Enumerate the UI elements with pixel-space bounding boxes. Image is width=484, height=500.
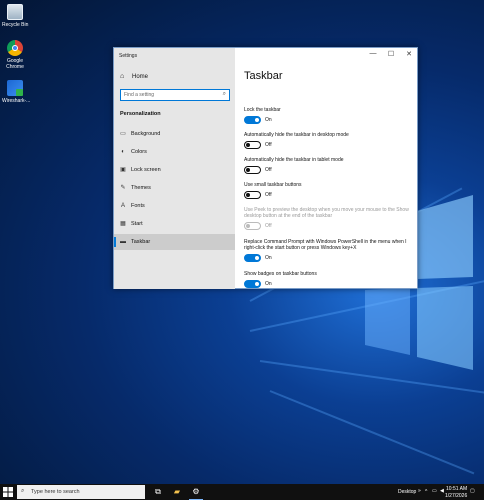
setting-small-buttons: Use small taskbar buttons Off: [244, 182, 409, 200]
clock-time[interactable]: 10:51 AM: [446, 486, 467, 492]
autohide-tablet-toggle[interactable]: [244, 166, 261, 174]
tray-up-arrow-icon[interactable]: ^: [425, 489, 427, 495]
toggle-knob: [255, 118, 259, 122]
task-view-icon[interactable]: ⧉: [153, 487, 163, 497]
desktop-icon-label: Wireshark-...: [2, 98, 31, 104]
setting-autohide-tablet: Automatically hide the taskbar in tablet…: [244, 157, 409, 175]
toggle-state: Off: [265, 192, 272, 198]
wireshark-icon: [7, 80, 23, 96]
toggle-knob: [255, 282, 259, 286]
minimize-button[interactable]: —: [366, 50, 380, 57]
volume-icon[interactable]: ◀: [440, 488, 444, 494]
maximize-button[interactable]: ☐: [384, 50, 398, 58]
find-setting-input[interactable]: Find a setting ⌕: [120, 89, 230, 101]
setting-label: Use small taskbar buttons: [244, 182, 302, 188]
sidebar-item-lock-screen[interactable]: ▣ Lock screen: [114, 162, 235, 178]
home-nav[interactable]: ⌂ Home: [120, 73, 148, 80]
brush-icon: ✎: [120, 185, 126, 191]
settings-window: Settings — ☐ ✕ ⌂ Home Find a setting ⌕ Pe…: [113, 47, 418, 289]
desktop-icon-recycle-bin[interactable]: Recycle Bin: [2, 4, 28, 28]
lock-taskbar-toggle[interactable]: [244, 116, 261, 124]
toggle-state: On: [265, 255, 272, 261]
setting-powershell: Replace Command Prompt with Windows Powe…: [244, 239, 409, 263]
setting-lock-taskbar: Lock the taskbar On: [244, 107, 409, 125]
setting-label: Automatically hide the taskbar in tablet…: [244, 157, 344, 163]
settings-gear-icon[interactable]: ⚙: [189, 487, 203, 500]
sidebar-item-label: Fonts: [131, 203, 145, 209]
badges-toggle[interactable]: [244, 280, 261, 288]
search-placeholder: Find a setting: [124, 92, 155, 98]
taskbar-search-box[interactable]: ⌕ Type here to search: [17, 485, 145, 499]
section-heading: Personalization: [120, 111, 161, 117]
clock-date[interactable]: 1/27/2026: [445, 493, 467, 499]
setting-label: Show badges on taskbar buttons: [244, 271, 317, 277]
sidebar-item-themes[interactable]: ✎ Themes: [114, 180, 235, 196]
sidebar-item-fonts[interactable]: A Fonts: [114, 198, 235, 214]
setting-label: Lock the taskbar: [244, 107, 281, 113]
desktop-icon-label: Recycle Bin: [2, 22, 29, 28]
setting-autohide-desktop: Automatically hide the taskbar in deskto…: [244, 132, 409, 150]
taskbar-icon: ▬: [120, 239, 126, 245]
toggle-knob: [246, 143, 250, 147]
palette-icon: ◐: [121, 149, 125, 155]
sidebar-item-label: Colors: [131, 149, 147, 155]
monitor-icon: ▣: [120, 167, 126, 173]
setting-badges: Show badges on taskbar buttons On: [244, 271, 409, 289]
desktop-icon-chrome[interactable]: Google Chrome: [2, 40, 28, 70]
small-buttons-toggle[interactable]: [244, 191, 261, 199]
search-icon: ⌕: [21, 488, 25, 494]
setting-label: Use Peek to preview the desktop when you…: [244, 207, 409, 219]
setting-label: Automatically hide the taskbar in deskto…: [244, 132, 349, 138]
sidebar-item-label: Taskbar: [131, 239, 151, 245]
toggle-knob: [246, 224, 250, 228]
setting-peek: Use Peek to preview the desktop when you…: [244, 207, 409, 231]
window-title: Settings: [114, 48, 235, 64]
sidebar-item-colors[interactable]: ◐ Colors: [114, 144, 235, 160]
toggle-knob: [246, 168, 250, 172]
setting-label: Replace Command Prompt with Windows Powe…: [244, 239, 407, 251]
desktop-toolbar-label[interactable]: Desktop: [398, 489, 416, 495]
sidebar-item-label: Background: [131, 131, 161, 137]
page-title: Taskbar: [244, 70, 283, 82]
chrome-icon: [7, 40, 23, 56]
home-label: Home: [132, 74, 149, 80]
desktop-icon-label: Google Chrome: [6, 58, 24, 70]
toggle-knob: [246, 193, 250, 197]
font-icon: A: [120, 203, 125, 209]
powershell-toggle[interactable]: [244, 254, 261, 262]
title-bar: — ☐ ✕: [235, 48, 417, 64]
network-icon[interactable]: ▭: [432, 488, 437, 494]
toggle-state: Off: [265, 223, 272, 229]
sidebar-item-start[interactable]: ▦ Start: [114, 216, 235, 232]
taskbar: ⌕ Type here to search ⧉ ▰ ⚙ Desktop » ^ …: [0, 484, 484, 500]
search-icon: ⌕: [222, 91, 226, 97]
toggle-state: Off: [265, 167, 272, 173]
peek-toggle: [244, 222, 261, 230]
close-button[interactable]: ✕: [402, 50, 416, 58]
start-icon: ▦: [120, 221, 126, 227]
taskbar-search-placeholder: Type here to search: [31, 489, 80, 495]
picture-icon: ▭: [120, 131, 126, 137]
settings-sidebar: ⌂ Home Find a setting ⌕ Personalization ▭…: [114, 64, 235, 289]
toggle-state: Off: [265, 142, 272, 148]
settings-content: Taskbar ↖ Lock the taskbar On Automatica…: [235, 64, 417, 289]
autohide-desktop-toggle[interactable]: [244, 141, 261, 149]
sidebar-item-taskbar[interactable]: ▬ Taskbar: [114, 234, 235, 250]
notifications-icon[interactable]: ▢: [470, 488, 475, 494]
sidebar-item-label: Start: [131, 221, 143, 227]
sidebar-item-label: Themes: [131, 185, 151, 191]
sidebar-item-background[interactable]: ▭ Background: [114, 126, 235, 142]
toggle-state: On: [265, 117, 272, 123]
start-button[interactable]: [3, 487, 13, 497]
sidebar-item-label: Lock screen: [131, 167, 161, 173]
home-icon: ⌂: [120, 73, 125, 80]
file-explorer-icon[interactable]: ▰: [172, 487, 182, 497]
toggle-knob: [255, 256, 259, 260]
desktop-icon-wireshark[interactable]: Wireshark-...: [2, 80, 31, 104]
recycle-bin-icon: [7, 4, 23, 20]
toggle-state: On: [265, 281, 272, 287]
overflow-chevron-icon[interactable]: »: [418, 488, 421, 494]
